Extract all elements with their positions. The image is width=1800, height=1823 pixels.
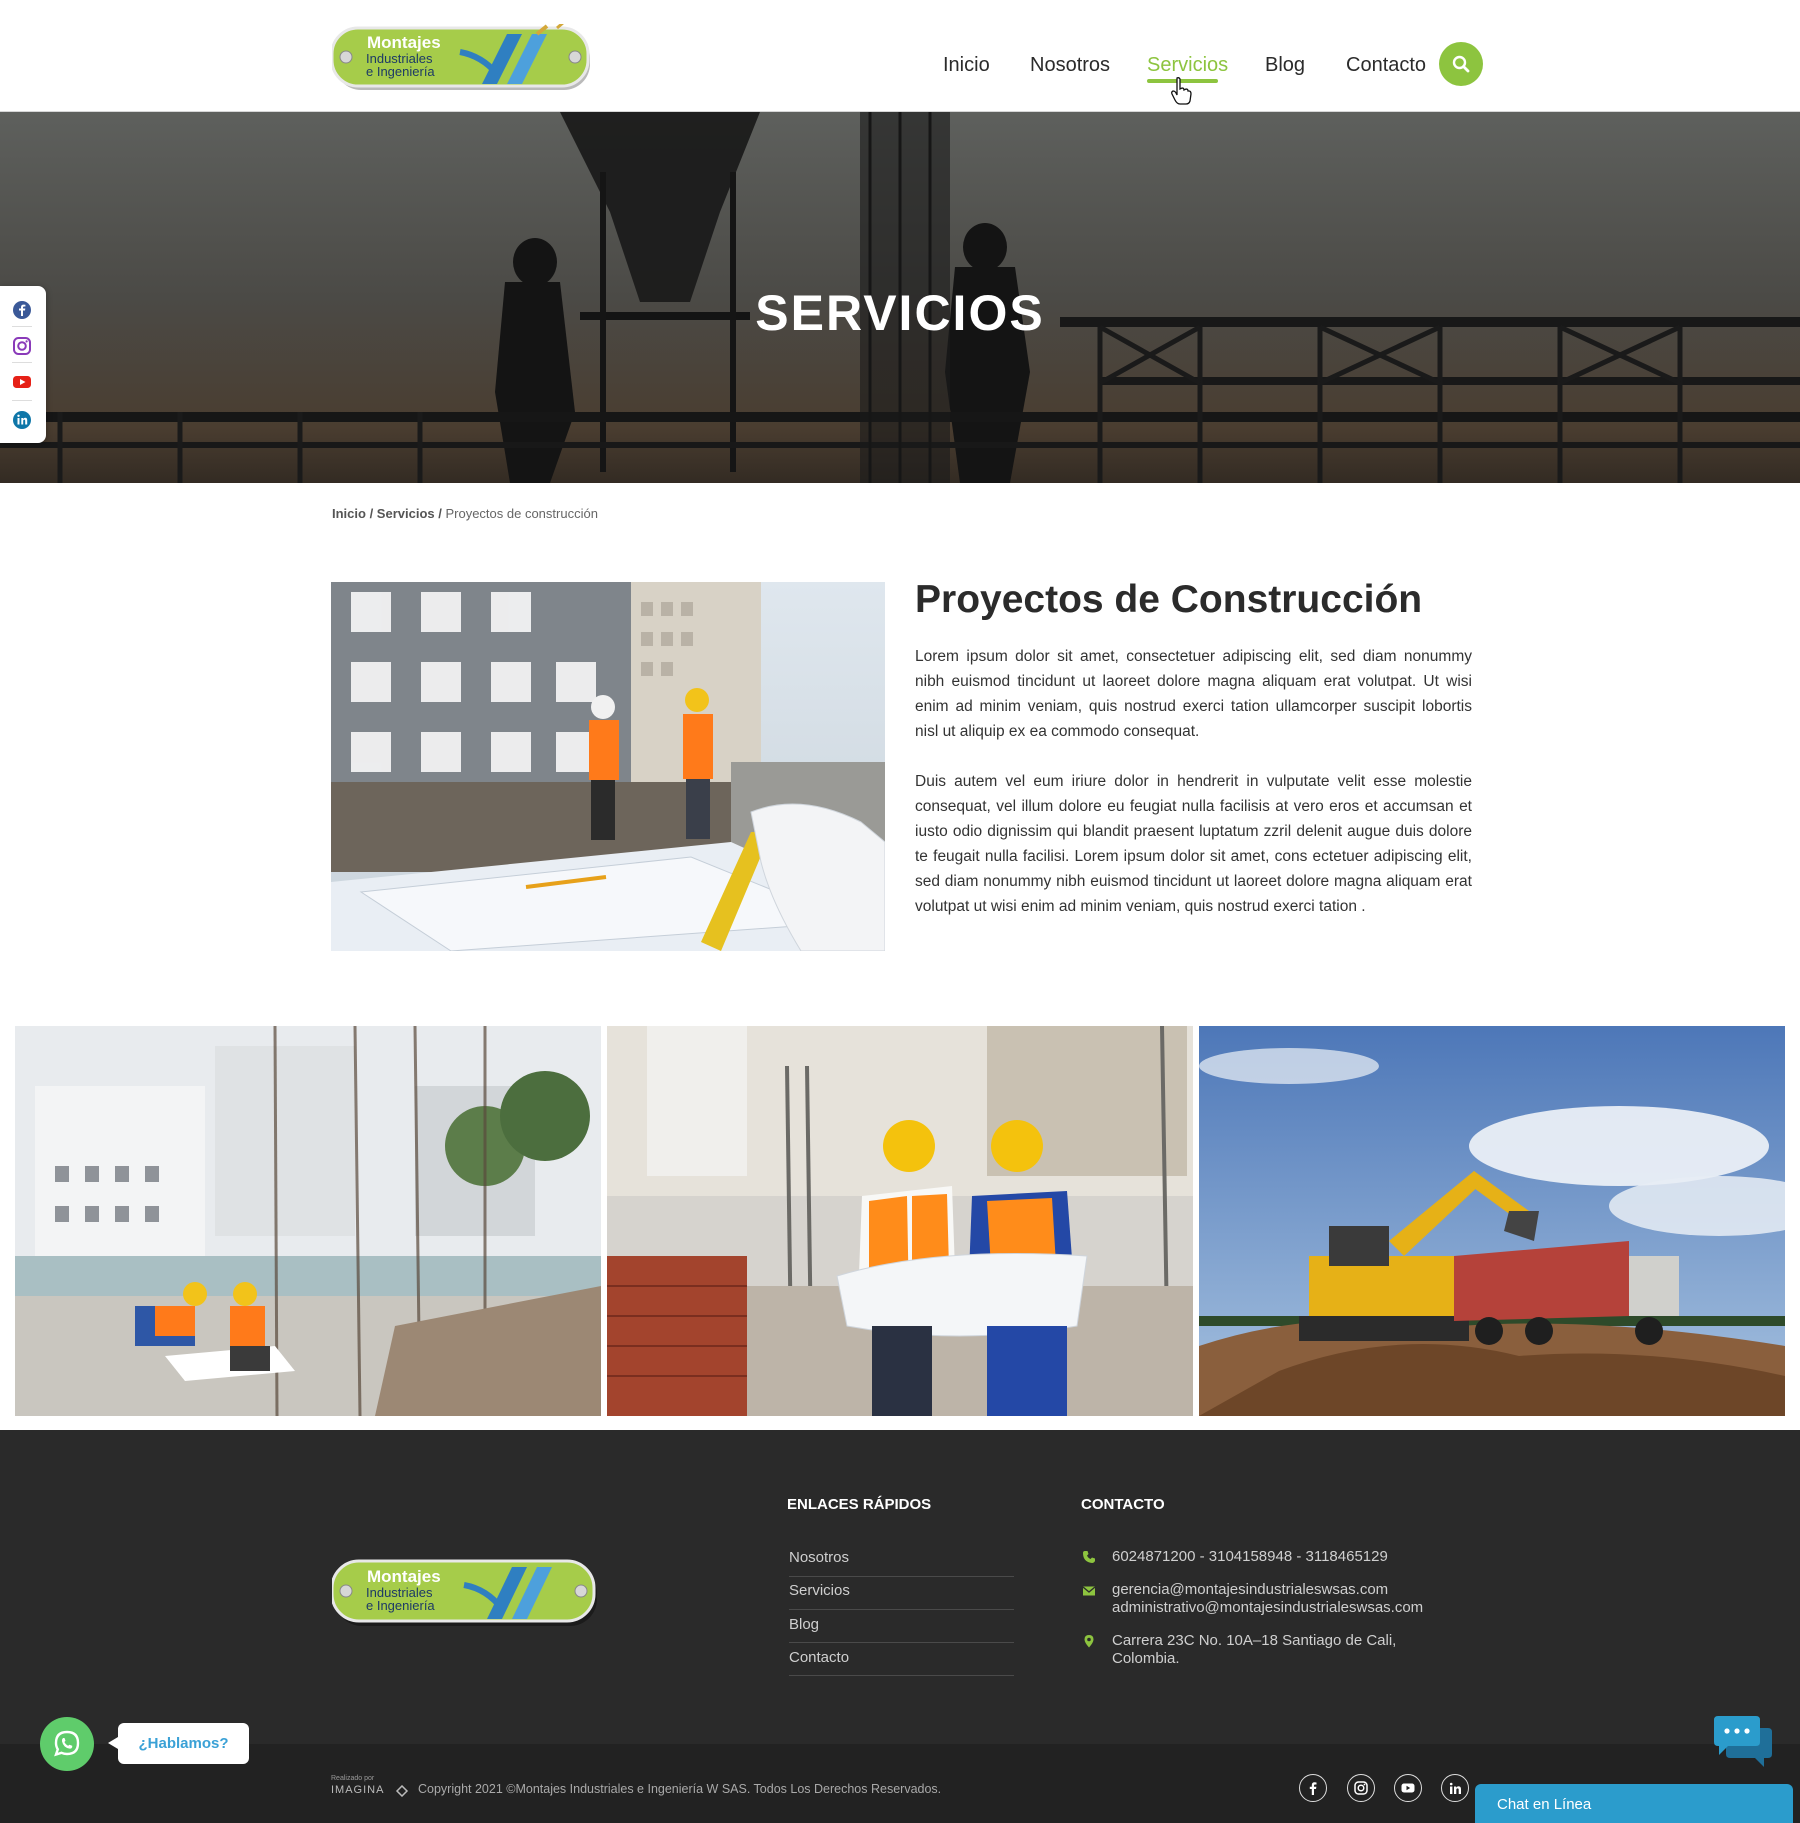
search-icon: [1452, 55, 1470, 73]
live-chat-tab[interactable]: Chat en Línea: [1475, 1784, 1793, 1823]
footer-phone[interactable]: 6024871200 - 3104158948 - 3118465129: [1112, 1548, 1388, 1566]
nav-contacto[interactable]: Contacto: [1346, 52, 1426, 78]
footer-email[interactable]: gerencia@montajesindustrialeswsas.com: [1112, 1581, 1388, 1599]
gallery-image-rooftop-workers[interactable]: [15, 1026, 601, 1416]
divider: [789, 1609, 1014, 1610]
youtube-icon[interactable]: [12, 372, 32, 392]
facebook-icon[interactable]: [12, 300, 32, 320]
breadcrumb-section[interactable]: Servicios: [377, 506, 435, 521]
footer-link-blog[interactable]: Blog: [789, 1616, 819, 1633]
divider: [789, 1576, 1014, 1577]
logo-text: Montajes: [367, 33, 441, 52]
divider: [789, 1675, 1014, 1676]
footer-linkedin-link[interactable]: [1441, 1774, 1469, 1802]
phone-icon: [1083, 1551, 1095, 1563]
footer-contact-heading: CONTACTO: [1081, 1496, 1165, 1513]
divider: [12, 326, 32, 327]
hero-title: SERVICIOS: [755, 285, 1045, 341]
footer-link-nosotros[interactable]: Nosotros: [789, 1549, 849, 1566]
instagram-icon[interactable]: [12, 336, 32, 356]
divider: [12, 362, 32, 363]
breadcrumb-separator: /: [365, 506, 377, 521]
linkedin-icon: [1449, 1782, 1461, 1794]
instagram-icon: [1354, 1781, 1368, 1795]
agency-logo-mark-icon: [395, 1785, 409, 1797]
footer-email[interactable]: administrativo@montajesindustrialeswsas.…: [1112, 1599, 1423, 1617]
footer-youtube-link[interactable]: [1394, 1774, 1422, 1802]
nav-blog[interactable]: Blog: [1265, 52, 1305, 78]
breadcrumb-current: Proyectos de construcción: [445, 506, 598, 521]
logo-text: e Ingeniería: [366, 1598, 435, 1613]
gallery-image-excavator[interactable]: [1199, 1026, 1785, 1416]
agency-logo[interactable]: IMAGINA: [331, 1784, 384, 1796]
footer-link-servicios[interactable]: Servicios: [789, 1582, 850, 1599]
construction-project-image: [331, 582, 885, 951]
main-nav: Inicio Nosotros Servicios Blog Contacto: [0, 52, 1800, 82]
facebook-icon: [1309, 1782, 1317, 1795]
copyright-text: Copyright 2021 ©Montajes Industriales e …: [418, 1782, 942, 1796]
divider: [12, 400, 32, 401]
breadcrumb-separator: /: [434, 506, 446, 521]
nav-servicios[interactable]: Servicios: [1147, 52, 1228, 78]
footer-link-contacto[interactable]: Contacto: [789, 1649, 849, 1666]
hero-banner: SERVICIOS: [0, 112, 1800, 483]
credit-label: Realizado por: [331, 1775, 375, 1782]
footer-facebook-link[interactable]: [1299, 1774, 1327, 1802]
footer-instagram-link[interactable]: [1347, 1774, 1375, 1802]
breadcrumb-home[interactable]: Inicio: [332, 506, 366, 521]
youtube-icon: [1401, 1783, 1415, 1793]
linkedin-icon[interactable]: [12, 410, 32, 430]
location-pin-icon: [1084, 1635, 1094, 1648]
side-social-bar: [0, 286, 46, 443]
site-header: Montajes Industriales e Ingeniería Inici…: [0, 0, 1800, 112]
hand-cursor-icon: [1171, 77, 1192, 105]
nav-inicio[interactable]: Inicio: [943, 52, 990, 78]
description-paragraph: Lorem ipsum dolor sit amet, consectetuer…: [915, 648, 1472, 740]
footer-address: Carrera 23C No. 10A–18 Santiago de Cali,: [1112, 1632, 1397, 1649]
footer-logo[interactable]: Montajes Industriales e Ingeniería: [330, 1557, 604, 1635]
chat-bubble-icon[interactable]: [1712, 1714, 1774, 1770]
email-icon: [1082, 1586, 1096, 1596]
whatsapp-icon: [54, 1730, 80, 1757]
logo-text: Montajes: [367, 1567, 441, 1586]
footer-links-heading: ENLACES RÁPIDOS: [787, 1496, 932, 1513]
whatsapp-button[interactable]: [40, 1717, 94, 1771]
divider: [789, 1642, 1014, 1643]
search-button[interactable]: [1439, 42, 1483, 86]
gallery-image-engineers-reviewing-plans[interactable]: [607, 1026, 1193, 1416]
footer-address: Colombia.: [1112, 1650, 1180, 1667]
nav-nosotros[interactable]: Nosotros: [1030, 52, 1110, 78]
whatsapp-prompt-bubble[interactable]: ¿Hablamos?: [108, 1723, 249, 1764]
breadcrumb: Inicio / Servicios / Proyectos de constr…: [332, 506, 598, 521]
page-title: Proyectos de Construcción: [915, 578, 1423, 621]
description-paragraph: Duis autem vel eum iriure dolor in hendr…: [915, 773, 1472, 915]
